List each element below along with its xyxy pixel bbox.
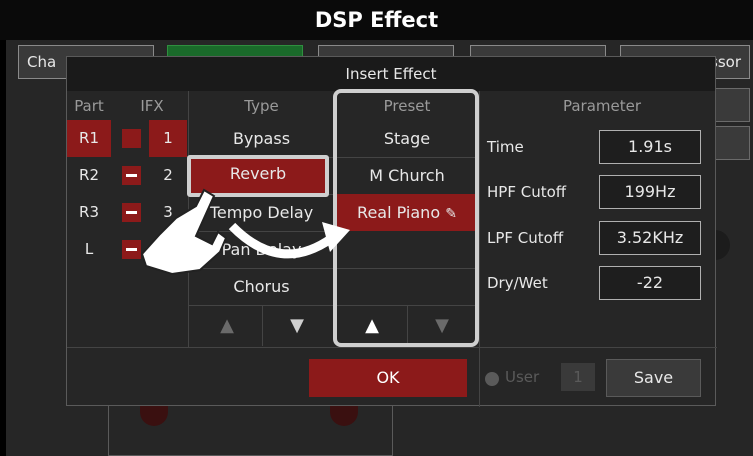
double-chevron-down-icon[interactable]: ▼ <box>277 311 317 341</box>
part-header: Part <box>74 97 104 115</box>
part-r3[interactable]: R3 <box>67 194 111 231</box>
part-r1[interactable]: R1 <box>67 120 111 157</box>
param-drywet-value[interactable]: -22 <box>599 266 701 300</box>
ifx-number-r3[interactable]: 3 <box>149 194 187 231</box>
ifx-number-r1[interactable]: 1 <box>149 120 187 157</box>
footer-divider <box>67 347 717 348</box>
ifx-number-r2[interactable]: 2 <box>149 157 187 194</box>
parameter-header: Parameter <box>562 97 642 115</box>
ifx-toggle-r2[interactable] <box>122 166 141 185</box>
type-bypass[interactable]: Bypass <box>189 120 334 157</box>
param-time-value[interactable]: 1.91s <box>599 130 701 164</box>
ifx-toggle-l[interactable] <box>122 240 141 259</box>
param-lpf-label: LPF Cutoff <box>487 229 564 247</box>
ifx-toggle-r3[interactable] <box>122 203 141 222</box>
type-chorus[interactable]: Chorus <box>189 268 334 305</box>
screen-title: DSP Effect <box>0 0 753 40</box>
insert-effect-dialog: Insert Effect Part IFX Type Preset Param… <box>66 56 717 407</box>
ifx-header: IFX <box>140 97 164 115</box>
part-l[interactable]: L <box>67 231 111 268</box>
param-lpf-value[interactable]: 3.52KHz <box>599 221 701 255</box>
preset-highlight-frame <box>333 89 479 347</box>
double-chevron-up-icon[interactable]: ▲ <box>207 311 247 341</box>
type-tempo-delay[interactable]: Tempo Delay <box>189 194 334 231</box>
user-number[interactable]: 1 <box>561 363 595 391</box>
type-reverb[interactable]: Reverb <box>187 155 329 197</box>
param-hpf-label: HPF Cutoff <box>487 183 567 201</box>
param-time-label: Time <box>487 138 524 156</box>
type-pan-delay[interactable]: Pan Delay <box>189 231 334 268</box>
param-drywet-label: Dry/Wet <box>487 274 548 292</box>
column-divider <box>479 91 480 407</box>
dialog-title: Insert Effect <box>67 57 715 91</box>
arrow-divider <box>262 306 263 346</box>
ok-button[interactable]: OK <box>309 359 467 397</box>
save-button[interactable]: Save <box>606 359 701 397</box>
param-hpf-value[interactable]: 199Hz <box>599 175 701 209</box>
type-header: Type <box>244 97 279 115</box>
ifx-toggle-r1[interactable] <box>122 129 141 148</box>
user-radio[interactable] <box>485 372 499 386</box>
user-label: User <box>505 368 540 386</box>
part-r2[interactable]: R2 <box>67 157 111 194</box>
